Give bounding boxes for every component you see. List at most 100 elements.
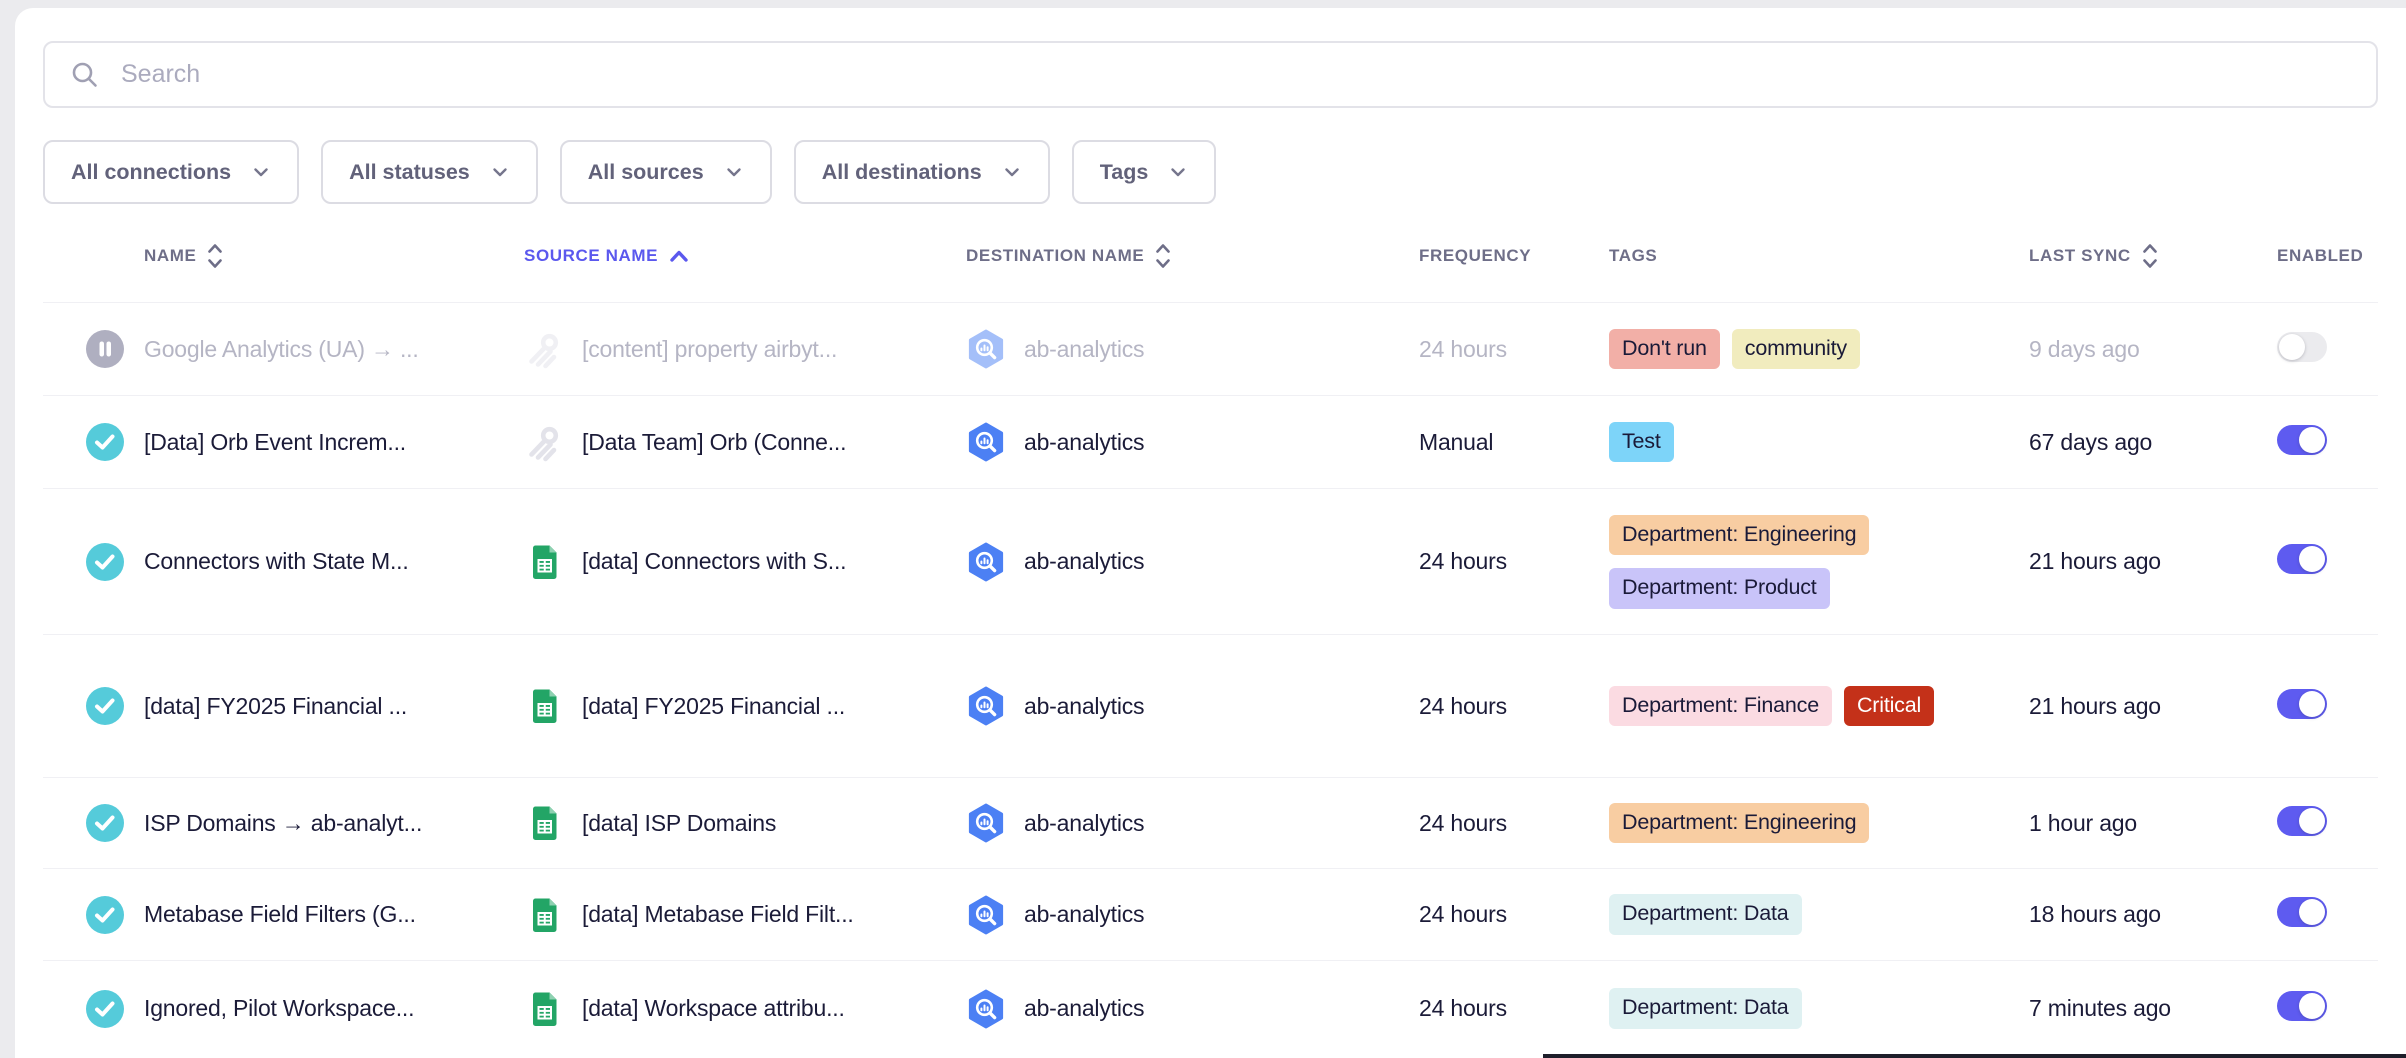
connection-name[interactable]: Metabase Field Filters (G... [144, 901, 416, 927]
google-sheets-icon [524, 803, 564, 843]
frequency-value: 24 hours [1419, 995, 1507, 1021]
connection-name[interactable]: Connectors with State M... [144, 548, 409, 574]
filter-all-destinations[interactable]: All destinations [794, 140, 1050, 204]
search-input[interactable] [121, 60, 2352, 89]
header-last-sync[interactable]: LAST SYNC [2029, 241, 2277, 271]
connection-name[interactable]: Ignored, Pilot Workspace... [144, 995, 414, 1021]
filter-bar: All connections All statuses All sources… [43, 140, 2378, 204]
tag-badge[interactable]: Department: Data [1609, 988, 1802, 1029]
tag-badge[interactable]: Department: Product [1609, 568, 1830, 609]
table-row[interactable]: Ignored, Pilot Workspace... [data] Works… [43, 960, 2378, 1056]
enabled-toggle[interactable] [2277, 991, 2327, 1021]
google-sheets-icon [524, 542, 564, 582]
frequency-value: 24 hours [1419, 810, 1507, 836]
active-status-icon [86, 990, 124, 1028]
connection-name[interactable]: ISP Domains → ab-analyt... [144, 810, 422, 836]
filter-all-connections[interactable]: All connections [43, 140, 299, 204]
last-sync-value: 18 hours ago [2029, 901, 2161, 927]
source-name[interactable]: [data] Connectors with S... [582, 548, 846, 575]
enabled-toggle[interactable] [2277, 897, 2327, 927]
enabled-toggle[interactable] [2277, 806, 2327, 836]
frequency-value: Manual [1419, 429, 1493, 455]
source-name[interactable]: [data] Workspace attribu... [582, 995, 845, 1022]
filter-all-sources[interactable]: All sources [560, 140, 772, 204]
last-sync-value: 67 days ago [2029, 429, 2152, 455]
source-name[interactable]: [data] FY2025 Financial ... [582, 693, 845, 720]
filter-label: All destinations [822, 160, 982, 185]
table-row[interactable]: ISP Domains → ab-analyt... [data] ISP Do… [43, 777, 2378, 868]
destination-name[interactable]: ab-analytics [1024, 336, 1144, 363]
source-name[interactable]: [data] ISP Domains [582, 810, 776, 837]
chevron-down-icon [724, 162, 744, 182]
tag-badge[interactable]: Critical [1844, 686, 1934, 727]
orb-icon [524, 422, 564, 462]
table-header: NAME SOURCE NAME DESTINATION NAME FREQUE… [43, 204, 2378, 302]
filter-all-statuses[interactable]: All statuses [321, 140, 538, 204]
google-sheets-icon [524, 895, 564, 935]
search-icon [69, 59, 101, 91]
source-name[interactable]: [content] property airbyt... [582, 336, 837, 363]
tag-badge[interactable]: Department: Engineering [1609, 803, 1869, 844]
last-sync-value: 21 hours ago [2029, 548, 2161, 574]
filter-label: Tags [1100, 160, 1149, 185]
last-sync-value: 21 hours ago [2029, 693, 2161, 719]
destination-name[interactable]: ab-analytics [1024, 429, 1144, 456]
tag-badge[interactable]: Department: Data [1609, 894, 1802, 935]
active-status-icon [86, 423, 124, 461]
filter-label: All sources [588, 160, 704, 185]
connection-name[interactable]: [data] FY2025 Financial ... [144, 693, 407, 719]
table-row[interactable]: [data] FY2025 Financial ... [data] FY202… [43, 634, 2378, 777]
tag-badge[interactable]: Test [1609, 422, 1674, 463]
frequency-value: 24 hours [1419, 901, 1507, 927]
header-frequency: FREQUENCY [1419, 246, 1609, 266]
sort-ascending-icon[interactable] [668, 248, 690, 264]
bigquery-icon [966, 895, 1006, 935]
table-row[interactable]: [Data] Orb Event Increm... [Data Team] O… [43, 395, 2378, 488]
enabled-toggle[interactable] [2277, 332, 2327, 362]
tag-badge[interactable]: community [1732, 329, 1860, 370]
header-destination-name[interactable]: DESTINATION NAME [966, 241, 1419, 271]
bigquery-icon [966, 803, 1006, 843]
filter-tags[interactable]: Tags [1072, 140, 1217, 204]
search-bar[interactable] [43, 41, 2378, 108]
destination-name[interactable]: ab-analytics [1024, 693, 1144, 720]
sort-icon[interactable] [2141, 241, 2159, 271]
table-row[interactable]: Connectors with State M... [data] Connec… [43, 488, 2378, 634]
header-source-name[interactable]: SOURCE NAME [524, 246, 966, 266]
bigquery-icon [966, 686, 1006, 726]
connection-name[interactable]: [Data] Orb Event Increm... [144, 429, 406, 455]
google-sheets-icon [524, 989, 564, 1029]
source-name[interactable]: [data] Metabase Field Filt... [582, 901, 854, 928]
tag-badge[interactable]: Department: Finance [1609, 686, 1832, 727]
chevron-down-icon [1168, 162, 1188, 182]
chevron-down-icon [490, 162, 510, 182]
tag-badge[interactable]: Don't run [1609, 329, 1720, 370]
last-sync-value: 7 minutes ago [2029, 995, 2171, 1021]
destination-name[interactable]: ab-analytics [1024, 901, 1144, 928]
bigquery-icon [966, 422, 1006, 462]
table-row[interactable]: Google Analytics (UA) → ... [content] pr… [43, 302, 2378, 395]
bigquery-icon [966, 329, 1006, 369]
connection-name[interactable]: Google Analytics (UA) → ... [144, 336, 419, 362]
frequency-value: 24 hours [1419, 548, 1507, 574]
header-tags: TAGS [1609, 246, 2029, 266]
sort-icon[interactable] [206, 241, 224, 271]
header-name[interactable]: NAME [144, 241, 524, 271]
enabled-toggle[interactable] [2277, 689, 2327, 719]
source-name[interactable]: [Data Team] Orb (Conne... [582, 429, 846, 456]
destination-name[interactable]: ab-analytics [1024, 548, 1144, 575]
active-status-icon [86, 543, 124, 581]
tag-badge[interactable]: Department: Engineering [1609, 515, 1869, 556]
enabled-toggle[interactable] [2277, 425, 2327, 455]
destination-name[interactable]: ab-analytics [1024, 995, 1144, 1022]
frequency-value: 24 hours [1419, 336, 1507, 362]
sort-icon[interactable] [1154, 241, 1172, 271]
bigquery-icon [966, 542, 1006, 582]
table-row[interactable]: Metabase Field Filters (G... [data] Meta… [43, 868, 2378, 960]
google-sheets-icon [524, 686, 564, 726]
active-status-icon [86, 687, 124, 725]
enabled-toggle[interactable] [2277, 544, 2327, 574]
frequency-value: 24 hours [1419, 693, 1507, 719]
active-status-icon [86, 896, 124, 934]
destination-name[interactable]: ab-analytics [1024, 810, 1144, 837]
